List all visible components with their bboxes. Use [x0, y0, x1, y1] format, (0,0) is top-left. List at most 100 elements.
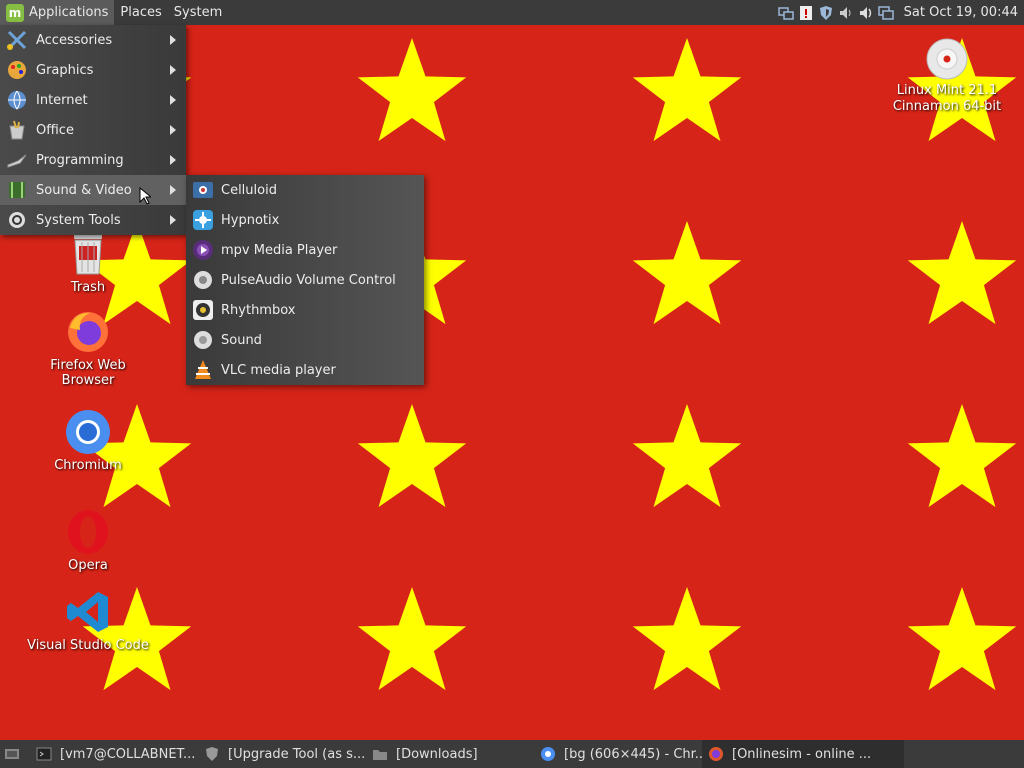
applications-menu-button[interactable]: m Applications — [0, 0, 115, 25]
menu-item-label: Hypnotix — [221, 212, 280, 228]
menu-category-label: Internet — [36, 92, 88, 108]
sound-video-submenu: Celluloid Hypnotix mpv Media Player Puls… — [186, 175, 424, 385]
menu-item-label: mpv Media Player — [221, 242, 338, 258]
submenu-arrow-icon — [170, 215, 176, 225]
shield-icon[interactable] — [818, 5, 834, 21]
menu-category-accessories[interactable]: Accessories — [0, 25, 186, 55]
menu-category-label: Programming — [36, 152, 124, 168]
network-icon[interactable] — [777, 5, 794, 21]
hypnotix-icon — [192, 209, 214, 231]
desktop-icon-firefox[interactable]: Firefox Web Browser — [23, 308, 153, 388]
menu-item-label: PulseAudio Volume Control — [221, 272, 396, 288]
folder-icon — [372, 746, 388, 762]
sound-settings-icon — [192, 329, 214, 351]
desktop-icon-vscode[interactable]: Visual Studio Code — [23, 588, 153, 653]
menu-category-sound-video[interactable]: Sound & Video — [0, 175, 186, 205]
vlc-icon — [192, 359, 214, 381]
desktop-icon-label: Chromium — [54, 458, 122, 473]
desktop-icon-label: Linux Mint 21.1 — [896, 83, 998, 98]
menu-item-sound[interactable]: Sound — [186, 325, 424, 355]
task-chromium[interactable]: [bg (606×445) - Chr... — [534, 740, 702, 768]
firefox-icon — [64, 308, 112, 356]
terminal-icon — [36, 746, 52, 762]
desktop-icon-label: Opera — [68, 558, 108, 573]
menu-item-rhythmbox[interactable]: Rhythmbox — [186, 295, 424, 325]
mint-logo-icon: m — [6, 3, 24, 22]
pulseaudio-icon — [192, 269, 214, 291]
system-tools-icon — [6, 209, 28, 231]
menu-category-internet[interactable]: Internet — [0, 85, 186, 115]
menu-item-pulseaudio[interactable]: PulseAudio Volume Control — [186, 265, 424, 295]
menu-item-celluloid[interactable]: Celluloid — [186, 175, 424, 205]
firefox-icon — [708, 746, 724, 762]
menu-item-label: Rhythmbox — [221, 302, 296, 318]
system-tray: Sat Oct 19, 00:44 — [776, 0, 1024, 25]
task-label: [Upgrade Tool (as s... — [228, 746, 366, 762]
menu-item-mpv[interactable]: mpv Media Player — [186, 235, 424, 265]
applications-label: Applications — [29, 5, 109, 20]
trash-icon — [64, 230, 112, 278]
desktop-icon-trash[interactable]: Trash — [23, 230, 153, 295]
show-desktop-icon — [4, 746, 20, 762]
programming-icon — [6, 149, 28, 171]
menu-category-label: System Tools — [36, 212, 121, 228]
internet-icon — [6, 89, 28, 111]
menu-item-hypnotix[interactable]: Hypnotix — [186, 205, 424, 235]
desktop-icon-label: Firefox Web Browser — [50, 358, 126, 388]
task-firefox[interactable]: [Onlinesim - online ... — [702, 740, 904, 768]
office-icon — [6, 119, 28, 141]
desktop-icon-chromium[interactable]: Chromium — [23, 408, 153, 473]
menu-category-label: Accessories — [36, 32, 113, 48]
accessories-icon — [6, 29, 28, 51]
submenu-arrow-icon — [170, 185, 176, 195]
submenu-arrow-icon — [170, 95, 176, 105]
mouse-cursor-icon — [139, 187, 151, 205]
menu-category-label: Graphics — [36, 62, 94, 78]
menu-category-label: Sound & Video — [36, 182, 132, 198]
task-label: [bg (606×445) - Chr... — [564, 746, 702, 762]
sound-video-icon — [6, 179, 28, 201]
sound-icon[interactable] — [858, 5, 874, 21]
bottom-taskbar: [vm7@COLLABNET... [Upgrade Tool (as s...… — [0, 740, 1024, 768]
rhythmbox-icon — [192, 299, 214, 321]
task-terminal[interactable]: [vm7@COLLABNET... — [30, 740, 198, 768]
system-menu-button[interactable]: System — [168, 0, 228, 25]
submenu-arrow-icon — [170, 65, 176, 75]
system-label: System — [173, 5, 223, 20]
update-manager-icon[interactable] — [798, 5, 814, 21]
menu-category-programming[interactable]: Programming — [0, 145, 186, 175]
vscode-icon — [64, 588, 112, 636]
opera-icon — [64, 508, 112, 556]
applications-menu: Accessories Graphics Internet Office Pro… — [0, 25, 186, 235]
desktop-icon-install-mint[interactable]: Linux Mint 21.1 Cinnamon 64-bit — [882, 37, 1012, 115]
task-upgrade-tool[interactable]: [Upgrade Tool (as s... — [198, 740, 366, 768]
mpv-icon — [192, 239, 214, 261]
top-panel: m Applications Places System Sat Oct 19,… — [0, 0, 1024, 25]
task-label: [vm7@COLLABNET... — [60, 746, 196, 762]
desktop-icon-opera[interactable]: Opera — [23, 508, 153, 573]
task-label: [Downloads] — [396, 746, 478, 762]
desktop-icon-label: Visual Studio Code — [27, 638, 149, 653]
desktop-icon-label-line2: Cinnamon 64-bit — [892, 99, 1002, 114]
menu-item-label: VLC media player — [221, 362, 336, 378]
submenu-arrow-icon — [170, 35, 176, 45]
task-downloads[interactable]: [Downloads] — [366, 740, 534, 768]
menu-category-graphics[interactable]: Graphics — [0, 55, 186, 85]
menu-category-system-tools[interactable]: System Tools — [0, 205, 186, 235]
graphics-icon — [6, 59, 28, 81]
task-label: [Onlinesim - online ... — [732, 746, 872, 762]
chromium-icon — [64, 408, 112, 456]
show-desktop-button[interactable] — [0, 740, 30, 768]
places-label: Places — [120, 5, 162, 20]
menu-category-office[interactable]: Office — [0, 115, 186, 145]
places-menu-button[interactable]: Places — [114, 0, 167, 25]
menu-category-label: Office — [36, 122, 74, 138]
network-connections-icon[interactable] — [877, 5, 894, 21]
volume-icon[interactable] — [838, 5, 854, 21]
desktop-icon-label: Trash — [70, 280, 106, 295]
shield-icon — [204, 746, 220, 762]
clock[interactable]: Sat Oct 19, 00:44 — [896, 5, 1024, 20]
submenu-arrow-icon — [170, 125, 176, 135]
menu-item-vlc[interactable]: VLC media player — [186, 355, 424, 385]
chromium-icon — [540, 746, 556, 762]
